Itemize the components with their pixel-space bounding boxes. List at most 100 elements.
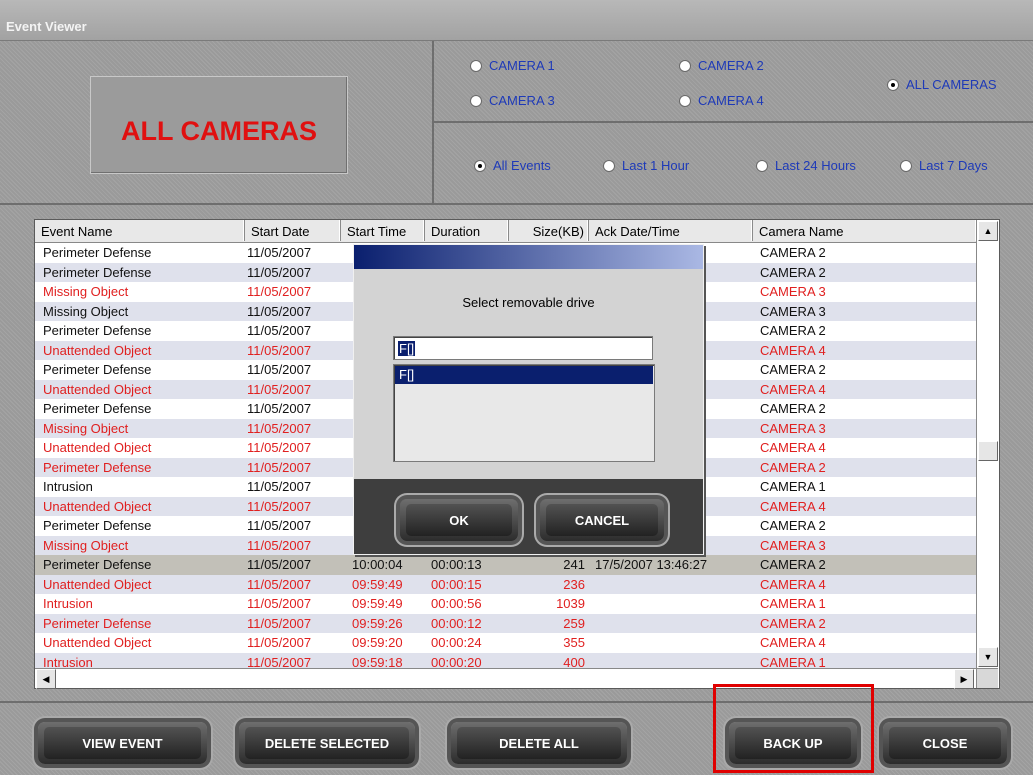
radio-camera-1[interactable]: CAMERA 1 (470, 58, 555, 73)
table-cell-camera: CAMERA 4 (760, 576, 826, 592)
table-cell-date: 11/05/2007 (247, 362, 312, 377)
cancel-button[interactable]: CANCEL (540, 499, 664, 541)
radio-label: CAMERA 3 (489, 93, 555, 108)
close-button[interactable]: CLOSE (883, 722, 1007, 764)
table-row[interactable]: Intrusion 11/05/2007 09:59:49 00:00:56 1039 C… (35, 594, 976, 614)
table-cell-name: Intrusion (43, 479, 93, 494)
radio-label: CAMERA 4 (698, 93, 764, 108)
radio-label: Last 1 Hour (622, 158, 690, 173)
table-cell-time: 09:59:20 (352, 635, 403, 650)
column-header-duration[interactable]: Duration (425, 220, 509, 241)
table-cell-camera: CAMERA 3 (760, 303, 826, 319)
table-cell-duration: 00:00:15 (431, 576, 482, 592)
title-bar: Event Viewer (0, 0, 1033, 41)
table-cell-date: 11/05/2007 (247, 245, 312, 260)
scroll-right-arrow-icon[interactable]: ▶ (954, 669, 974, 689)
column-header-start-date[interactable]: Start Date (245, 220, 341, 241)
ok-button[interactable]: OK (400, 499, 518, 541)
radio-last-7-days[interactable]: Last 7 Days (900, 158, 988, 173)
table-cell-camera: CAMERA 2 (760, 401, 826, 416)
scroll-down-arrow-icon[interactable]: ▼ (978, 647, 998, 667)
radio-camera-4[interactable]: CAMERA 4 (679, 93, 764, 108)
radio-dot-selected (887, 78, 899, 91)
table-cell-date: 11/05/2007 (247, 479, 312, 494)
filter-panel: CAMERA 1 CAMERA 2 ALL CAMERAS CAMERA 3 C… (434, 41, 1033, 203)
button-label: OK (449, 512, 469, 528)
button-face: DELETE ALL (457, 727, 621, 759)
column-header-start-time[interactable]: Start Time (341, 220, 425, 241)
table-cell-camera: CAMERA 2 (760, 557, 826, 572)
table-cell-duration: 00:00:20 (431, 654, 482, 669)
table-cell-name: Missing Object (43, 420, 129, 436)
table-cell-ack: 17/5/2007 13:46:27 (595, 557, 708, 572)
table-cell-name: Perimeter Defense (43, 615, 152, 631)
table-cell-time: 09:59:26 (352, 615, 403, 631)
table-cell-time: 09:59:49 (352, 596, 403, 611)
table-cell-time: 09:59:18 (352, 654, 403, 669)
radio-camera-3[interactable]: CAMERA 3 (470, 93, 555, 108)
table-cell-date: 11/05/2007 (247, 401, 312, 416)
table-cell-date: 11/05/2007 (247, 557, 312, 572)
button-face: CLOSE (889, 727, 1001, 759)
table-cell-name: Intrusion (43, 654, 93, 669)
button-label: VIEW EVENT (82, 735, 163, 751)
scroll-up-arrow-icon[interactable]: ▲ (978, 221, 998, 241)
dialog-prompt: Select removable drive (462, 295, 595, 310)
scroll-left-arrow-icon[interactable]: ◀ (36, 669, 56, 689)
table-cell-name: Perimeter Defense (43, 323, 152, 338)
table-cell-date: 11/05/2007 (247, 635, 312, 650)
table-cell-camera: CAMERA 2 (760, 264, 826, 280)
table-cell-camera: CAMERA 1 (760, 654, 826, 669)
table-cell-date: 11/05/2007 (247, 518, 312, 533)
radio-dot (603, 159, 615, 172)
button-face: VIEW EVENT (44, 727, 201, 759)
radio-all-events[interactable]: All Events (474, 158, 551, 173)
header-panel: ALL CAMERAS CAMERA 1 CAMERA 2 ALL CAMERA… (0, 41, 1033, 205)
table-cell-size: 259 (563, 615, 585, 631)
table-row[interactable]: Intrusion 11/05/2007 09:59:18 00:00:20 400 CA… (35, 652, 976, 669)
column-header-size[interactable]: Size(KB) (509, 220, 589, 241)
table-cell-name: Perimeter Defense (43, 264, 152, 280)
table-cell-name: Unattended Object (43, 342, 152, 358)
table-row[interactable]: Unattended Object 11/05/2007 09:59:20 00:00… (35, 633, 976, 653)
delete-all-button[interactable]: DELETE ALL (451, 722, 627, 764)
drive-list[interactable]: F[] (393, 364, 655, 462)
button-label: DELETE SELECTED (264, 735, 390, 751)
table-cell-camera: CAMERA 2 (760, 459, 826, 475)
scroll-thumb[interactable] (978, 441, 998, 461)
button-label: CLOSE (922, 735, 968, 751)
table-cell-camera: CAMERA 3 (760, 284, 826, 299)
radio-all-cameras[interactable]: ALL CAMERAS (887, 77, 997, 92)
table-cell-duration: 00:00:24 (431, 635, 482, 650)
table-row[interactable]: Perimeter Defense 11/05/2007 09:59:26 00:00… (35, 613, 976, 633)
button-face: OK (406, 504, 512, 536)
column-header-camera-name[interactable]: Camera Name (753, 220, 976, 241)
table-cell-camera: CAMERA 1 (760, 479, 826, 494)
table-cell-camera: CAMERA 2 (760, 518, 826, 533)
drive-list-item[interactable]: F[] (395, 366, 653, 384)
table-cell-time: 10:00:04 (352, 557, 403, 572)
column-headers: Event Name Start Date Start Time Duratio… (35, 220, 976, 243)
button-label: CANCEL (574, 512, 630, 528)
drive-combo-input[interactable]: F[] (393, 336, 653, 360)
table-cell-camera: CAMERA 1 (760, 596, 826, 611)
radio-last-1-hour[interactable]: Last 1 Hour (603, 158, 689, 173)
table-cell-date: 11/05/2007 (247, 459, 312, 475)
delete-selected-button[interactable]: DELETE SELECTED (239, 722, 415, 764)
radio-label: ALL CAMERAS (906, 77, 997, 92)
table-cell-name: Missing Object (43, 284, 129, 299)
radio-last-24-hours[interactable]: Last 24 Hours (756, 158, 856, 173)
radio-dot-selected (474, 159, 486, 172)
table-cell-date: 11/05/2007 (247, 498, 312, 514)
button-face: DELETE SELECTED (245, 727, 409, 759)
table-cell-time: 09:59:49 (352, 576, 403, 592)
table-cell-camera: CAMERA 4 (760, 440, 826, 455)
vertical-scrollbar[interactable]: ▲ ▼ (976, 220, 999, 668)
column-header-event-name[interactable]: Event Name (35, 220, 245, 241)
radio-dot (470, 59, 482, 72)
view-event-button[interactable]: VIEW EVENT (38, 722, 207, 764)
radio-camera-2[interactable]: CAMERA 2 (679, 58, 764, 73)
table-row[interactable]: Perimeter Defense 11/05/2007 10:00:04 00:00… (35, 555, 976, 575)
table-row[interactable]: Unattended Object 11/05/2007 09:59:49 00:00… (35, 574, 976, 594)
column-header-ack-date-time[interactable]: Ack Date/Time (589, 220, 753, 241)
